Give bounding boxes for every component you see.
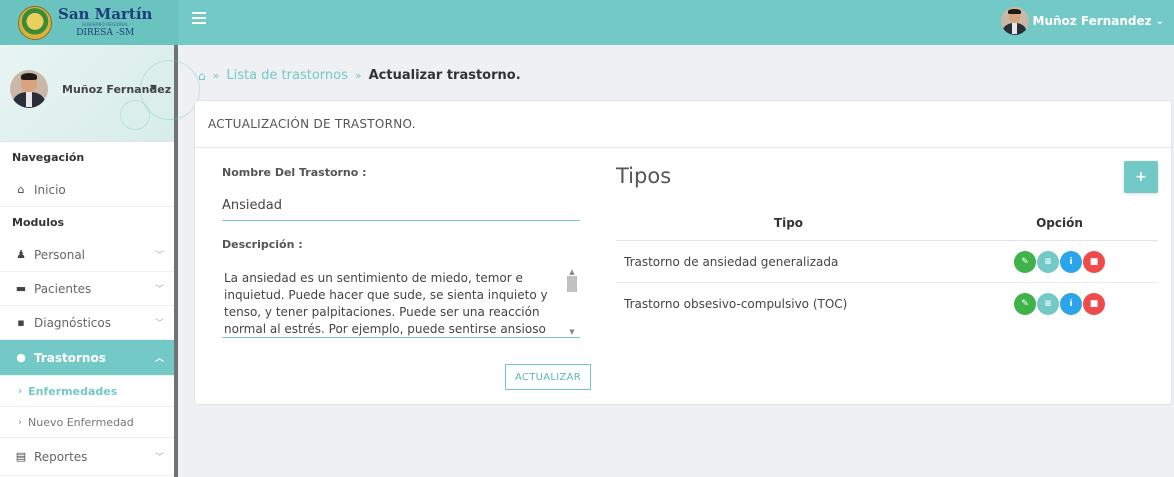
sidebar-item-label: Inicio <box>34 182 66 197</box>
sidebar-item-label: Reportes <box>34 449 88 464</box>
caret-down-icon[interactable]: ▼ <box>150 83 156 92</box>
user-menu-name: Muñoz Fernandez <box>1032 14 1152 28</box>
name-input[interactable]: Ansiedad <box>222 192 580 221</box>
sidebar-item-pacientes[interactable]: ▬ Pacientes ﹀ <box>0 272 174 306</box>
update-card: ACTUALIZACIÓN DE TRASTORNO. Nombre Del T… <box>194 100 1172 405</box>
user-menu[interactable]: Muñoz Fernandez ⌄ <box>1000 7 1164 35</box>
chevron-right-icon: › <box>18 385 23 397</box>
chevron-down-icon: ﹀ <box>154 285 164 295</box>
briefcase-icon: ▪ <box>17 316 25 329</box>
bed-icon: ▬ <box>15 282 27 295</box>
sidebar-item-label: Personal <box>34 247 86 262</box>
home-icon: ⌂ <box>17 183 25 196</box>
sidebar: Muñoz Fernandez ▼ Navegación ⌂ Inicio Mo… <box>0 45 200 477</box>
sidebar-subitem-label: Nuevo Enfermedad <box>28 415 134 429</box>
column-header-opcion: Opción <box>1036 215 1083 230</box>
chevron-up-icon: ︿ <box>154 354 164 364</box>
section-title-navigation: Navegación <box>12 151 85 164</box>
avatar <box>10 70 48 108</box>
tipos-title: Tipos <box>616 164 672 188</box>
row-actions: ✎ ≡ i ■ <box>961 250 1158 273</box>
name-label: Nombre Del Trastorno : <box>222 166 367 179</box>
hamburger-icon[interactable] <box>192 12 206 27</box>
regional-seal-icon <box>18 5 52 40</box>
delete-button[interactable]: ■ <box>1083 250 1105 273</box>
delete-button[interactable]: ■ <box>1083 293 1105 315</box>
info-button[interactable]: i <box>1060 293 1082 315</box>
sidebar-item-reportes[interactable]: ▤ Reportes ﹀ <box>0 438 174 476</box>
sidebar-item-trastornos[interactable]: ● Trastornos ︿ <box>0 340 174 376</box>
sidebar-profile: Muñoz Fernandez ▼ <box>0 45 200 142</box>
logo[interactable]: San Martín GOBIERNO REGIONAL DIRESA -SM <box>0 0 178 45</box>
logo-title: San Martín <box>58 5 153 23</box>
column-header-tipo: Tipo <box>773 215 804 230</box>
chevron-down-icon: ﹀ <box>154 453 164 463</box>
sidebar-subitem-label: Enfermedades <box>28 384 118 398</box>
decorative-circle <box>120 100 150 130</box>
update-button[interactable]: ACTUALIZAR <box>505 364 591 390</box>
section-title-modules: Modulos <box>12 216 65 229</box>
scroll-thumb[interactable] <box>567 276 577 292</box>
add-tipo-button[interactable]: + <box>1124 161 1158 193</box>
list-button[interactable]: ≡ <box>1037 250 1059 273</box>
breadcrumb-separator: » <box>212 69 220 82</box>
logo-org: DIRESA -SM <box>76 28 135 38</box>
sidebar-item-personal[interactable]: ♟ Personal ﹀ <box>0 238 174 272</box>
chevron-down-icon: ﹀ <box>154 319 164 329</box>
description-label: Descripción : <box>222 238 303 251</box>
breadcrumb: ⌂ » Lista de trastornos » Actualizar tra… <box>198 68 521 83</box>
sidebar-item-inicio[interactable]: ⌂ Inicio <box>0 173 174 207</box>
chevron-down-icon: ⌄ <box>1155 15 1164 27</box>
tipo-cell: Trastorno de ansiedad generalizada <box>624 254 839 269</box>
sidebar-subitem-nuevo-enfermedad[interactable]: › Nuevo Enfermedad <box>0 407 174 438</box>
breadcrumb-current: Actualizar trastorno. <box>368 68 521 83</box>
tipo-cell: Trastorno obsesivo-compulsivo (TOC) <box>624 297 848 311</box>
scroll-down-icon[interactable]: ▼ <box>566 324 578 336</box>
print-icon: ▤ <box>15 450 27 463</box>
avatar <box>1000 7 1029 35</box>
description-text: La ansiedad es un sentimiento de miedo, … <box>224 271 548 336</box>
chevron-right-icon: › <box>18 416 22 428</box>
sidebar-item-diagnosticos[interactable]: ▪ Diagnósticos ﹀ <box>0 306 174 340</box>
tipos-table: Tipo Opción Trastorno de ansiedad genera… <box>616 205 1158 325</box>
scroll-up-icon[interactable]: ▲ <box>566 264 578 276</box>
card-title: ACTUALIZACIÓN DE TRASTORNO. <box>195 101 1171 148</box>
info-button[interactable]: i <box>1060 250 1082 273</box>
user-icon: ♟ <box>16 248 26 261</box>
breadcrumb-separator: » <box>354 69 362 82</box>
edit-button[interactable]: ✎ <box>1014 250 1036 273</box>
row-actions: ✎ ≡ i ■ <box>961 293 1158 315</box>
sidebar-item-label: Diagnósticos <box>34 315 111 330</box>
home-icon[interactable]: ⌂ <box>198 69 206 83</box>
breadcrumb-link[interactable]: Lista de trastornos <box>226 68 348 83</box>
description-textarea[interactable]: La ansiedad es un sentimiento de miedo, … <box>222 262 580 338</box>
list-button[interactable]: ≡ <box>1037 293 1059 315</box>
sidebar-item-label: Trastornos <box>34 350 106 365</box>
table-header: Tipo Opción <box>616 205 1158 241</box>
chevron-down-icon: ﹀ <box>154 251 164 261</box>
table-row: Trastorno obsesivo-compulsivo (TOC) ✎ ≡ … <box>616 283 1158 325</box>
edit-button[interactable]: ✎ <box>1014 293 1036 315</box>
table-row: Trastorno de ansiedad generalizada ✎ ≡ i… <box>616 241 1158 283</box>
brain-icon: ● <box>16 351 26 364</box>
textarea-scrollbar[interactable]: ▲ ▼ <box>566 264 578 336</box>
logo-subtitle: GOBIERNO REGIONAL <box>81 22 129 27</box>
top-bar: San Martín GOBIERNO REGIONAL DIRESA -SM … <box>0 0 1174 45</box>
sidebar-subitem-enfermedades[interactable]: › Enfermedades <box>0 376 174 407</box>
sidebar-item-label: Pacientes <box>34 281 92 296</box>
